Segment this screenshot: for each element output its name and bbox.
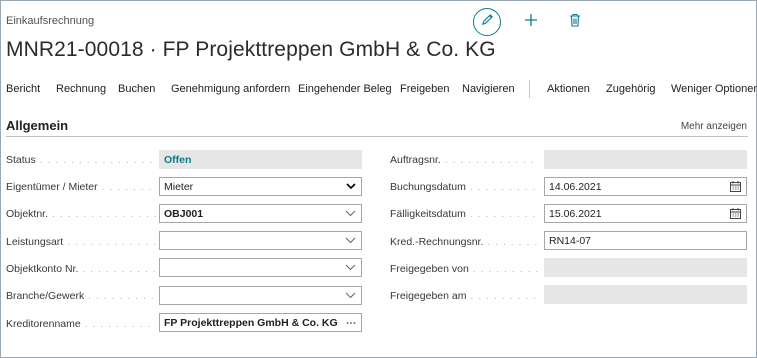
objektnr-value: OBJ001 — [164, 207, 204, 220]
field-label-eigentuemer: Eigentümer / Mieter — [6, 181, 156, 193]
menu-bericht[interactable]: Bericht — [6, 83, 40, 95]
status-field: Offen — [159, 150, 362, 169]
menu-zugehoerig[interactable]: Zugehörig — [606, 83, 656, 95]
chevron-down-icon[interactable] — [345, 235, 356, 246]
menu-navigieren[interactable]: Navigieren — [462, 83, 515, 95]
field-label-freigegeben-von: Freigegeben von — [390, 263, 540, 275]
field-label-auftragsnr: Auftragsnr. — [390, 154, 540, 166]
freigegeben-am-field — [544, 285, 747, 304]
plus-icon — [524, 13, 538, 32]
new-button[interactable] — [522, 13, 540, 31]
faelligkeitsdatum-value: 15.06.2021 — [549, 207, 602, 220]
field-label-faelligkeitsdatum: Fälligkeitsdatum — [390, 208, 540, 220]
status-value: Offen — [164, 153, 192, 166]
show-more-link[interactable]: Mehr anzeigen — [681, 121, 747, 132]
auftragsnr-field — [544, 150, 747, 169]
group-divider — [6, 136, 748, 137]
menu-weniger-optionen[interactable]: Weniger Optionen — [671, 83, 757, 95]
page-type-label: Einkaufsrechnung — [6, 15, 95, 27]
kred-rechnungsnr-field[interactable]: RN14-07 — [544, 231, 747, 250]
edit-button[interactable] — [473, 8, 501, 36]
objektkonto-field[interactable] — [159, 258, 362, 277]
buchungsdatum-value: 14.06.2021 — [549, 180, 602, 193]
calendar-icon[interactable] — [730, 181, 741, 192]
faelligkeitsdatum-field[interactable]: 15.06.2021 — [544, 204, 747, 223]
action-bar-divider — [529, 80, 530, 98]
field-label-branche: Branche/Gewerk — [6, 290, 156, 302]
calendar-icon[interactable] — [730, 208, 741, 219]
menu-buchen[interactable]: Buchen — [118, 83, 155, 95]
field-label-freigegeben-am: Freigegeben am — [390, 290, 540, 302]
kreditorenname-field[interactable]: FP Projekttreppen GmbH & Co. KG — [159, 313, 362, 332]
delete-button[interactable] — [566, 13, 584, 31]
field-label-objektkonto: Objektkonto Nr. — [6, 263, 156, 275]
more-icon[interactable] — [345, 317, 356, 328]
group-title[interactable]: Allgemein — [6, 118, 68, 133]
menu-rechnung[interactable]: Rechnung — [56, 83, 106, 95]
chevron-down-icon[interactable] — [345, 290, 356, 301]
page-title: MNR21-00018 · FP Projekttreppen GmbH & C… — [6, 38, 496, 61]
eigentuemer-value: Mieter — [164, 180, 194, 193]
field-label-objektnr: Objektnr. — [6, 208, 156, 220]
field-label-kreditorenname: Kreditorenname — [6, 318, 156, 330]
buchungsdatum-field[interactable]: 14.06.2021 — [544, 177, 747, 196]
leistungsart-field[interactable] — [159, 231, 362, 250]
field-label-leistungsart: Leistungsart — [6, 236, 156, 248]
chevron-down-icon[interactable] — [345, 208, 356, 219]
action-bar: Bericht Rechnung Buchen Genehmigung anfo… — [0, 80, 757, 100]
menu-aktionen[interactable]: Aktionen — [547, 83, 590, 95]
freigegeben-von-field — [544, 258, 747, 277]
branche-field[interactable] — [159, 286, 362, 305]
chevron-down-icon — [345, 181, 356, 192]
menu-freigeben[interactable]: Freigeben — [400, 83, 450, 95]
eigentuemer-select[interactable]: Mieter — [159, 177, 362, 196]
field-label-buchungsdatum: Buchungsdatum — [390, 181, 540, 193]
menu-genehmigung-anfordern[interactable]: Genehmigung anfordern — [171, 83, 290, 95]
field-label-kred-rechnungsnr: Kred.-Rechnungsnr. — [390, 236, 540, 248]
objektnr-field[interactable]: OBJ001 — [159, 204, 362, 223]
pencil-icon — [481, 13, 494, 31]
kreditorenname-value: FP Projekttreppen GmbH & Co. KG — [164, 316, 338, 329]
chevron-down-icon[interactable] — [345, 262, 356, 273]
trash-icon — [569, 13, 581, 32]
field-label-status: Status — [6, 154, 156, 166]
kred-rechnungsnr-value: RN14-07 — [549, 234, 592, 247]
menu-eingehender-beleg[interactable]: Eingehender Beleg — [298, 83, 392, 95]
